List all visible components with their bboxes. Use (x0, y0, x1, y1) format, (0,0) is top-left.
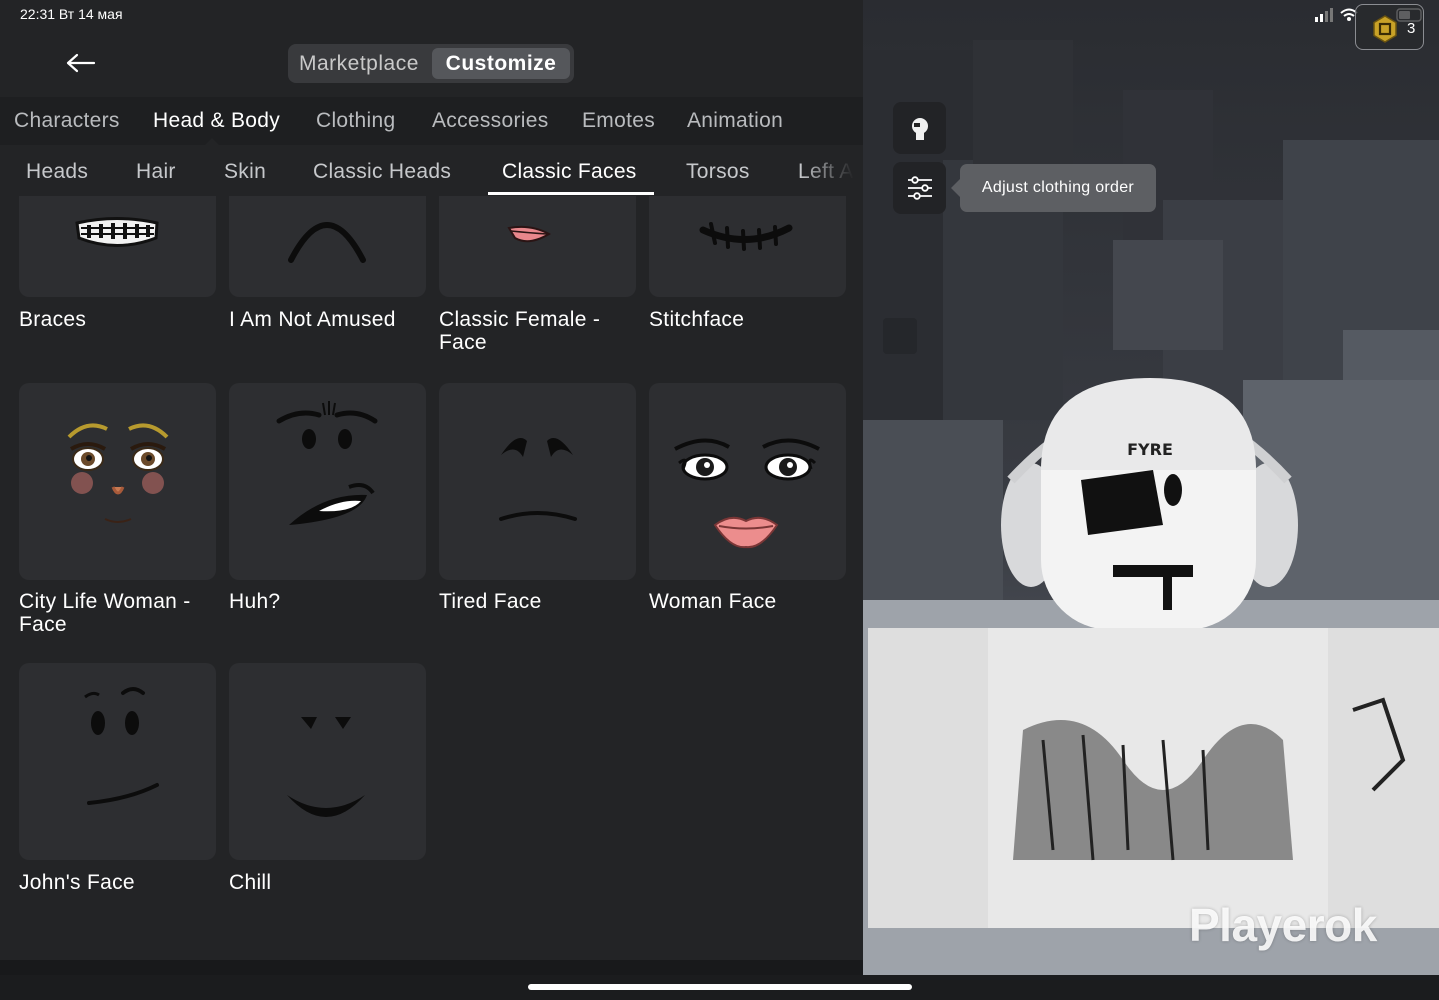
item-card-tired-face[interactable] (439, 383, 636, 580)
item-label-stitchface: Stitchface (649, 308, 745, 331)
back-arrow-icon (66, 53, 96, 73)
tab-hair[interactable]: Hair (136, 160, 176, 184)
status-time: 22:31 Вт 14 мая (20, 6, 123, 22)
woman-face-icon (674, 438, 820, 549)
item-label-johns-face: John's Face (19, 871, 135, 894)
stitchface-icon (699, 222, 793, 251)
classic-female-face-icon (507, 225, 552, 243)
subcategory-tabs: Heads Hair Skin Classic Heads Classic Fa… (0, 145, 863, 196)
item-card-classic-female[interactable] (439, 196, 636, 297)
item-card-stitchface[interactable] (649, 196, 846, 297)
sliders-icon (907, 176, 932, 200)
item-label-tired-face: Tired Face (439, 590, 542, 613)
panel-bottom-strip (0, 960, 863, 975)
tab-accessories[interactable]: Accessories (432, 109, 549, 133)
tab-skin[interactable]: Skin (224, 160, 266, 184)
item-card-not-amused[interactable] (229, 196, 426, 297)
customize-panel: 22:31 Вт 14 мая Marketplace Customize Ch… (0, 0, 863, 975)
robux-balance-button[interactable]: 3 (1355, 4, 1424, 50)
avatar-scene: FYRE (863, 0, 1439, 975)
item-label-classic-female: Classic Female - Face (439, 308, 601, 354)
clothing-order-tooltip: Adjust clothing order (951, 164, 1156, 212)
city-life-woman-face-icon (67, 423, 169, 523)
johns-face-icon (84, 687, 159, 805)
item-label-woman-face: Woman Face (649, 590, 777, 613)
robux-icon (1373, 15, 1397, 43)
avatar-preview-button[interactable] (893, 102, 946, 154)
item-label-huh: Huh? (229, 590, 281, 613)
huh-face-icon (276, 401, 378, 525)
avatar-viewport[interactable]: FYRE Adjust clothing order 3 Playerok (863, 0, 1439, 975)
tab-left-arm[interactable]: Left A (798, 160, 854, 184)
back-button[interactable] (60, 45, 102, 81)
tab-marketplace[interactable]: Marketplace (299, 48, 419, 79)
avatar-cap-text: FYRE (1127, 440, 1173, 459)
tab-head-body[interactable]: Head & Body (153, 109, 280, 133)
item-card-huh[interactable] (229, 383, 426, 580)
item-label-not-amused: I Am Not Amused (229, 308, 396, 331)
tab-clothing[interactable]: Clothing (316, 109, 395, 133)
item-label-city-life-woman: City Life Woman - Face (19, 590, 191, 636)
tired-face-icon (499, 438, 577, 521)
item-card-city-life-woman[interactable] (19, 383, 216, 580)
item-card-braces[interactable] (19, 196, 216, 297)
item-label-braces: Braces (19, 308, 87, 331)
mode-switch: Marketplace Customize (288, 44, 574, 83)
tab-torsos[interactable]: Torsos (686, 160, 750, 184)
tab-characters[interactable]: Characters (14, 109, 120, 133)
tab-heads[interactable]: Heads (26, 160, 88, 184)
tab-customize[interactable]: Customize (432, 48, 570, 79)
watermark-logo: Playerok (1189, 899, 1377, 951)
not-amused-face-icon (288, 222, 366, 263)
item-card-johns-face[interactable] (19, 663, 216, 860)
item-label-chill: Chill (229, 871, 272, 894)
home-indicator[interactable] (528, 984, 912, 990)
tab-classic-heads[interactable]: Classic Heads (313, 160, 451, 184)
avatar-head-icon (911, 118, 928, 140)
item-card-woman-face[interactable] (649, 383, 846, 580)
adjust-clothing-order-button[interactable] (893, 162, 946, 214)
item-card-chill[interactable] (229, 663, 426, 860)
tab-classic-faces[interactable]: Classic Faces (502, 160, 637, 184)
item-grid: Braces I Am Not Amused Classic Female - … (0, 196, 863, 960)
tab-emotes[interactable]: Emotes (582, 109, 655, 133)
chill-face-icon (287, 717, 365, 817)
category-tabs: Characters Head & Body Clothing Accessor… (0, 97, 863, 145)
active-subtab-underline (488, 192, 654, 195)
braces-face-icon (75, 217, 159, 247)
tab-animation[interactable]: Animation (687, 109, 783, 133)
robux-count: 3 (1407, 20, 1416, 37)
